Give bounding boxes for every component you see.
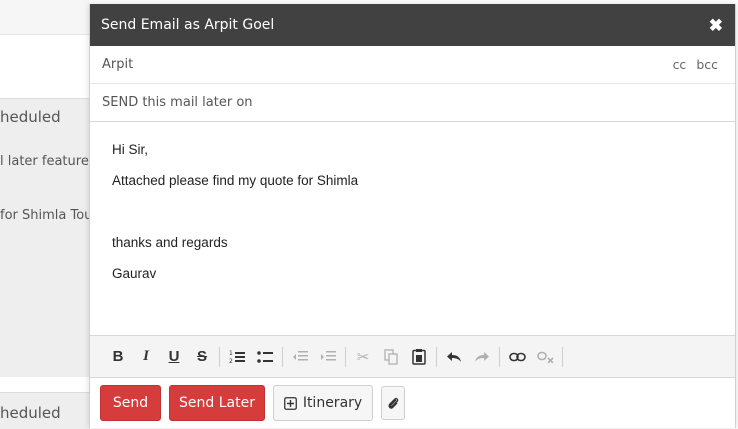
send-button[interactable]: Send xyxy=(100,385,161,421)
paste-button[interactable] xyxy=(405,343,433,371)
subject-field[interactable]: SEND this mail later on xyxy=(90,84,735,122)
compose-modal: Send Email as Arpit Goel ✖ Arpit cc bcc … xyxy=(89,4,736,428)
link-icon xyxy=(508,352,526,361)
formatting-toolbar: B I U S 1 2 ✂ xyxy=(90,336,735,378)
unordered-list-icon xyxy=(257,350,273,363)
italic-button[interactable]: I xyxy=(132,343,160,371)
underline-button[interactable]: U xyxy=(160,343,188,371)
insert-link-button[interactable] xyxy=(503,343,531,371)
unordered-list-button[interactable] xyxy=(251,343,279,371)
action-bar: Send Send Later Itinerary xyxy=(90,378,735,428)
underline-icon: U xyxy=(168,348,180,365)
toolbar-divider xyxy=(499,346,500,367)
bold-icon: B xyxy=(112,348,124,365)
svg-text:1: 1 xyxy=(229,350,233,357)
itinerary-button[interactable]: Itinerary xyxy=(273,385,373,421)
bold-button[interactable]: B xyxy=(104,343,132,371)
cc-link[interactable]: cc xyxy=(673,57,687,72)
scheduled-label: heduled xyxy=(0,404,61,422)
ordered-list-button[interactable]: 1 2 xyxy=(223,343,251,371)
body-line: thanks and regards xyxy=(112,235,228,250)
message-body[interactable]: Hi Sir, Attached please find my quote fo… xyxy=(90,122,735,317)
undo-icon xyxy=(447,351,461,362)
indent-button[interactable] xyxy=(314,343,342,371)
redo-icon xyxy=(475,351,489,362)
toolbar-divider xyxy=(436,346,437,367)
ordered-list-icon: 1 2 xyxy=(229,350,245,365)
italic-icon: I xyxy=(143,348,149,364)
background-panel-bottom: heduled xyxy=(0,392,90,429)
to-recipient[interactable]: Arpit xyxy=(102,57,133,72)
scheduled-label: heduled xyxy=(0,108,61,126)
modal-title: Send Email as Arpit Goel xyxy=(101,17,275,33)
send-later-button[interactable]: Send Later xyxy=(169,385,265,421)
body-line xyxy=(112,204,713,220)
redo-button[interactable] xyxy=(468,343,496,371)
strikethrough-button[interactable]: S xyxy=(188,343,216,371)
copy-icon xyxy=(384,348,398,365)
undo-button[interactable] xyxy=(440,343,468,371)
body-line: Hi Sir, xyxy=(112,142,149,157)
clipboard-icon xyxy=(412,349,426,365)
svg-text:2: 2 xyxy=(229,358,233,365)
scissors-icon: ✂ xyxy=(356,348,370,366)
outdent-button[interactable] xyxy=(286,343,314,371)
body-line: Gaurav xyxy=(112,266,157,281)
remove-link-button[interactable] xyxy=(531,343,559,371)
itinerary-label: Itinerary xyxy=(302,395,363,411)
close-icon[interactable]: ✖ xyxy=(709,17,723,34)
bcc-link[interactable]: bcc xyxy=(696,57,718,72)
outdent-icon xyxy=(293,350,308,360)
subject-input[interactable]: SEND this mail later on xyxy=(102,95,253,110)
cc-bcc-links: cc bcc xyxy=(673,57,718,72)
list-item[interactable]: for Shimla Tou xyxy=(0,208,90,223)
toolbar-divider xyxy=(562,346,563,367)
indent-icon xyxy=(321,350,336,360)
copy-button[interactable] xyxy=(377,343,405,371)
cut-button[interactable]: ✂ xyxy=(349,343,377,371)
unlink-icon xyxy=(536,351,554,363)
modal-header: Send Email as Arpit Goel ✖ xyxy=(90,4,735,46)
body-line: Attached please find my quote for Shimla xyxy=(112,173,359,188)
to-field[interactable]: Arpit cc bcc xyxy=(90,46,735,84)
plus-square-icon xyxy=(283,396,297,410)
toolbar-divider xyxy=(345,346,346,367)
list-item[interactable]: l later feature xyxy=(0,154,90,169)
toolbar-divider xyxy=(282,346,283,367)
paperclip-icon xyxy=(388,397,399,409)
background-header xyxy=(0,0,90,35)
message-editor[interactable]: Hi Sir, Attached please find my quote fo… xyxy=(90,121,735,336)
background-panel: heduled l later feature for Shimla Tou xyxy=(0,98,90,377)
strikethrough-icon: S xyxy=(196,348,207,365)
attach-button[interactable] xyxy=(381,386,405,420)
toolbar-divider xyxy=(219,346,220,367)
